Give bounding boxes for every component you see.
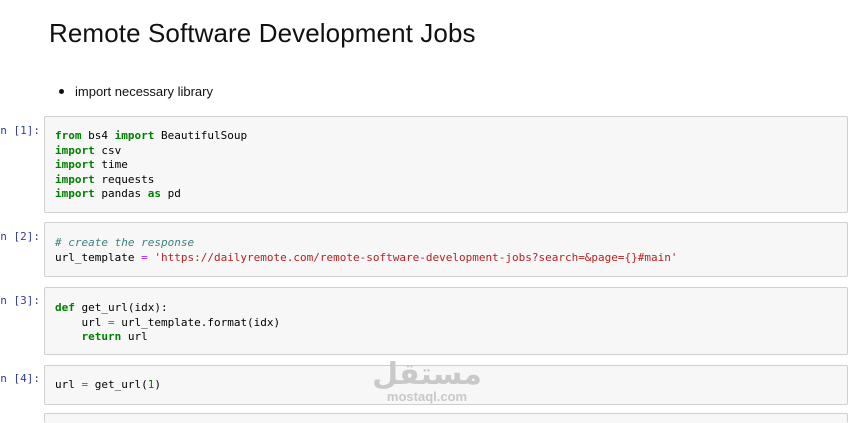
markdown-bullet-list: import necessary library [59, 84, 213, 99]
code-cell-2[interactable]: # create the response url_template = 'ht… [44, 222, 848, 277]
cell-prompt: In [1]: [0, 124, 40, 137]
code-cell-3[interactable]: def get_url(idx): url = url_template.for… [44, 287, 848, 355]
code-line: url_template = 'https://dailyremote.com/… [55, 250, 678, 264]
watermark-logo: مستقل [372, 358, 482, 391]
code-line: return url [81, 330, 148, 344]
code-line: url = get_url(1) [55, 378, 161, 391]
code-line: import csv [55, 143, 122, 157]
watermark: مستقل mostaql.com [372, 360, 482, 404]
cell-prompt: In [4]: [0, 372, 40, 385]
code-line: def get_url(idx): [55, 301, 168, 314]
cell-prompt: In [2]: [0, 230, 40, 243]
code-line: from bs4 import BeautifulSoup [55, 129, 248, 142]
code-cell-1[interactable]: from bs4 import BeautifulSoup import csv… [44, 116, 848, 213]
notebook-title: Remote Software Development Jobs [49, 18, 476, 48]
code-editor[interactable]: def get_url(idx): url = url_template.for… [45, 288, 847, 345]
code-line: url = url_template.format(idx) [55, 315, 281, 329]
bullet-item: import necessary library [59, 84, 213, 99]
code-line: import time [55, 158, 128, 172]
code-editor[interactable]: # create the response url_template = 'ht… [45, 223, 847, 265]
code-line: # create the response [55, 236, 195, 249]
code-line: import requests [55, 172, 155, 186]
code-cell-5-partial[interactable] [44, 413, 848, 423]
code-editor[interactable]: from bs4 import BeautifulSoup import csv… [45, 117, 847, 202]
cell-prompt: In [3]: [0, 294, 40, 307]
code-line: import pandas as pd [55, 187, 181, 201]
watermark-url: mostaql.com [386, 389, 468, 404]
